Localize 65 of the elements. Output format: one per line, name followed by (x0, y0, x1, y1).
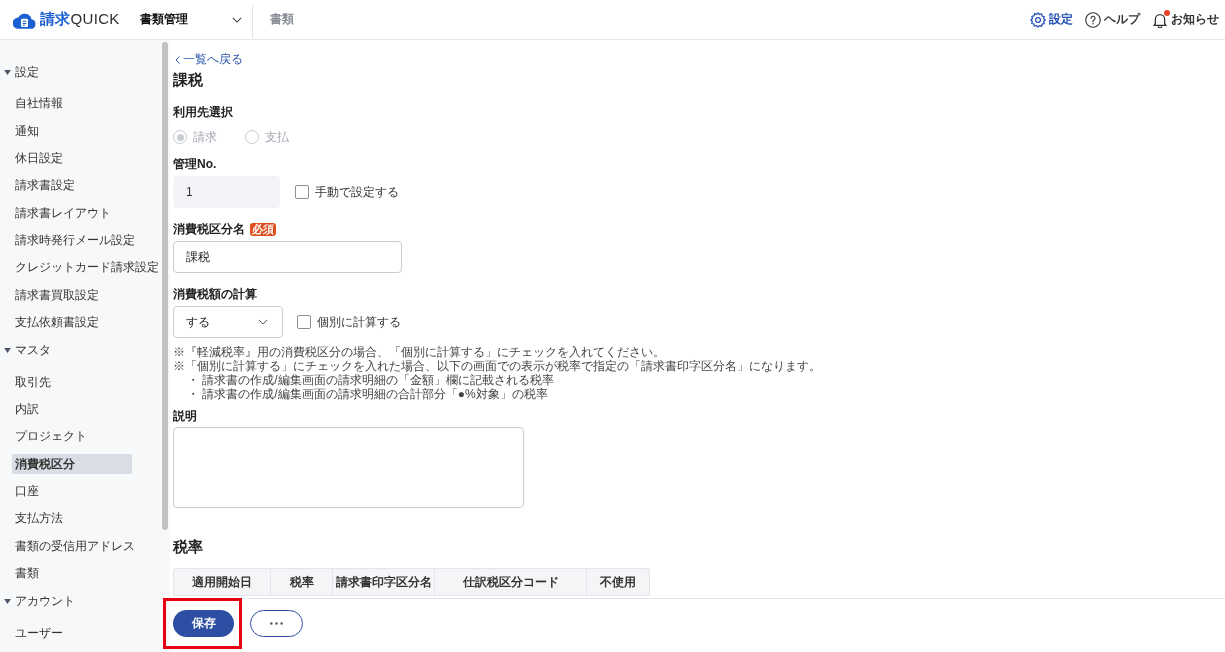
chevron-down-icon (258, 319, 268, 325)
chevron-left-icon (175, 55, 180, 64)
note-text: ※「個別に計算する」にチェックを入れた場合、以下の画面での表示が税率で指定の「請求書印字区分名」になります。 (173, 359, 822, 373)
scrollbar-thumb[interactable] (162, 42, 168, 530)
column-header: 適用開始日 (173, 568, 271, 596)
field-label: 管理No. (173, 157, 217, 172)
field-label: 消費税額の計算 (173, 287, 257, 302)
sidebar-item[interactable]: 内訳 (12, 399, 132, 420)
caret-down-icon (4, 598, 11, 604)
back-link[interactable]: 一覧へ戻る (175, 52, 243, 67)
sidebar-item[interactable]: 口座 (12, 481, 132, 502)
caret-down-icon (4, 347, 11, 353)
field-label: 利用先選択 (173, 105, 233, 120)
more-icon (270, 622, 283, 625)
gear-icon (1030, 11, 1046, 28)
sidebar-item[interactable]: 支払方法 (12, 508, 132, 529)
sidebar-section[interactable]: 設定 (0, 58, 162, 86)
sidebar-section[interactable]: アカウント (0, 587, 162, 616)
chevron-down-icon (231, 16, 242, 23)
text-area[interactable] (173, 427, 524, 508)
column-header: 税率 (271, 568, 333, 596)
checkbox-label: 個別に計算する (317, 313, 401, 331)
checkbox-label: 手動で設定する (315, 183, 399, 201)
help-icon (1085, 11, 1101, 28)
sidebar-item[interactable]: 請求書設定 (12, 175, 132, 196)
help-link[interactable]: ヘルプ (1085, 11, 1140, 28)
sidebar-item[interactable]: クレジットカード請求設定 (12, 257, 162, 278)
sidebar-item[interactable]: 通知 (12, 121, 132, 142)
sidebar-section[interactable]: マスタ (0, 336, 162, 365)
note-text: ・ 請求書の作成/編集画面の請求明細の「金額」欄に記載される税率 (186, 373, 555, 387)
sidebar-item[interactable]: 自社情報 (12, 93, 132, 114)
note-text: ※『軽減税率』用の消費税区分の場合、「個別に計算する」にチェックを入れてください。 (173, 345, 666, 359)
save-button[interactable]: 保存 (173, 610, 234, 637)
module-dropdown[interactable]: 書類管理 (139, 11, 242, 28)
sidebar-item[interactable]: ユーザー (12, 623, 132, 644)
sidebar-item[interactable]: 請求時発行メール設定 (12, 230, 138, 251)
sidebar-item[interactable]: 取引先 (12, 372, 132, 393)
logo-text: 請求QUICK (40, 10, 120, 29)
section-title: 税率 (173, 538, 204, 556)
field-label: 消費税区分名 (173, 222, 245, 237)
settings-link[interactable]: 設定 (1030, 11, 1073, 28)
sidebar-item[interactable]: 書類 (12, 563, 132, 584)
select-field[interactable]: する (173, 306, 283, 338)
note-text: ・ 請求書の作成/編集画面の請求明細の合計部分「●%対象」の税率 (186, 387, 549, 401)
sidebar-item[interactable]: 支払依頼書設定 (12, 312, 132, 333)
sidebar-item[interactable]: プロジェクト (12, 426, 132, 447)
column-header: 請求書印字区分名 (333, 568, 435, 596)
radio-label: 請求 (193, 128, 217, 146)
sidebar-item[interactable]: 書類の受信用アドレス (12, 536, 138, 557)
text-field[interactable]: 課税 (173, 241, 402, 273)
sidebar-item[interactable]: 請求書買取設定 (12, 285, 132, 306)
checkbox[interactable] (297, 315, 311, 329)
sidebar-item[interactable]: 休日設定 (12, 148, 132, 169)
sidebar-item[interactable]: 消費税区分 (12, 454, 132, 475)
radio-label: 支払 (265, 128, 289, 146)
required-badge: 必須 (250, 223, 276, 236)
bell-icon (1152, 11, 1168, 28)
field-label: 説明 (173, 409, 197, 424)
sidebar-item[interactable]: 請求書レイアウト (12, 203, 132, 224)
column-header: 仕訳税区分コード (435, 568, 587, 596)
caret-down-icon (4, 69, 11, 75)
page-title: 課税 (173, 71, 204, 89)
column-header: 不使用 (587, 568, 650, 596)
more-button[interactable] (250, 610, 303, 637)
notifications-link[interactable]: お知らせ (1152, 11, 1219, 28)
